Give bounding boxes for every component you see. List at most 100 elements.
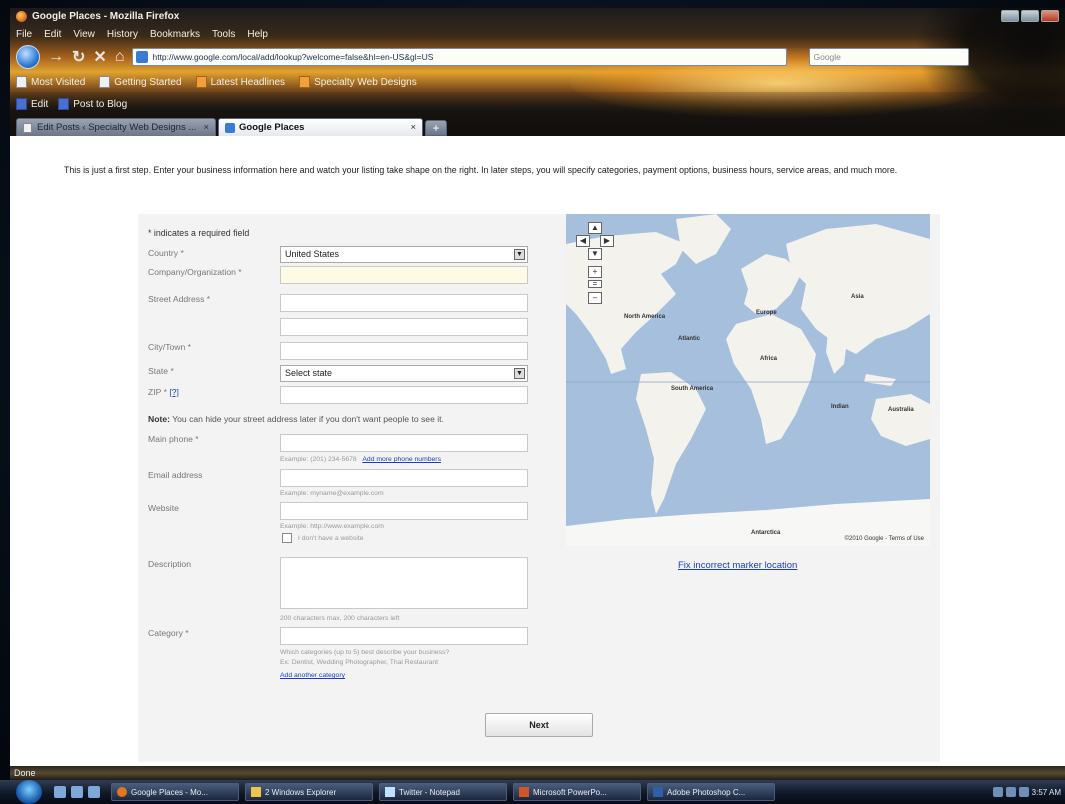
- menu-view[interactable]: View: [73, 29, 95, 40]
- powerpoint-icon: [519, 787, 529, 797]
- email-label: Email address: [148, 470, 203, 480]
- next-button[interactable]: Next: [485, 713, 593, 737]
- edit-button[interactable]: Edit: [16, 98, 48, 110]
- description-textarea[interactable]: [280, 557, 528, 609]
- land-asia: [786, 224, 930, 354]
- fix-marker-link[interactable]: Fix incorrect marker location: [678, 560, 797, 571]
- add-phone-link[interactable]: Add more phone numbers: [362, 456, 441, 463]
- stop-icon[interactable]: ✕: [93, 47, 106, 67]
- close-tab-icon[interactable]: ×: [203, 122, 209, 133]
- tab-google-places[interactable]: Google Places ×: [218, 118, 423, 136]
- land-india: [826, 332, 848, 374]
- menu-tools[interactable]: Tools: [212, 29, 235, 40]
- task-powerpoint[interactable]: Microsoft PowerPo...: [513, 783, 641, 801]
- menu-help[interactable]: Help: [247, 29, 268, 40]
- task-notepad[interactable]: Twitter - Notepad: [379, 783, 507, 801]
- pan-down-button[interactable]: ▼: [588, 248, 602, 260]
- volume-icon[interactable]: [1005, 787, 1016, 797]
- state-label: State *: [148, 366, 174, 376]
- bookmark-most-visited[interactable]: Most Visited: [16, 76, 85, 88]
- rss-icon: [195, 76, 207, 88]
- no-website-checkbox[interactable]: [282, 533, 292, 543]
- map-label-australia: Australia: [888, 407, 914, 413]
- rss-icon: [299, 76, 311, 88]
- menu-history[interactable]: History: [107, 29, 138, 40]
- map-label-africa: Africa: [760, 356, 778, 362]
- required-note: * indicates a required field: [148, 228, 250, 238]
- note-bold: Note:: [148, 414, 170, 424]
- dropdown-arrow-icon: ▼: [514, 249, 525, 260]
- state-select[interactable]: Select state ▼: [280, 365, 528, 382]
- zoom-slider[interactable]: =: [588, 280, 602, 288]
- quicklaunch-ie-icon[interactable]: [71, 786, 83, 798]
- firefox-icon: [16, 10, 27, 22]
- category-field[interactable]: [280, 627, 528, 645]
- main-phone-field[interactable]: [280, 434, 528, 452]
- zoom-in-button[interactable]: +: [588, 266, 602, 278]
- browser-chrome: Google Places - Mozilla Firefox File Edi…: [10, 8, 1065, 136]
- notepad-icon: [385, 787, 395, 797]
- add-category-link[interactable]: Add another category: [280, 672, 345, 679]
- pan-left-button[interactable]: ◀: [576, 235, 590, 247]
- url-text: http://www.google.com/local/add/lookup?w…: [152, 52, 434, 62]
- reload-icon[interactable]: ↻: [72, 47, 85, 67]
- land-south-america: [636, 372, 706, 514]
- bookmark-getting-started[interactable]: Getting Started: [99, 76, 182, 88]
- map-label-atlantic: Atlantic: [678, 336, 701, 342]
- zip-label: ZIP * [?]: [148, 387, 179, 397]
- street-field-1[interactable]: [280, 294, 528, 312]
- website-field[interactable]: [280, 502, 528, 520]
- security-icon[interactable]: [1018, 787, 1029, 797]
- street-label: Street Address *: [148, 294, 211, 304]
- close-window-button[interactable]: [1041, 10, 1059, 22]
- post-to-blog-button[interactable]: Post to Blog: [58, 98, 127, 110]
- zip-field[interactable]: [280, 386, 528, 404]
- bookmark-icon: [16, 76, 27, 88]
- url-bar[interactable]: http://www.google.com/local/add/lookup?w…: [132, 48, 788, 66]
- quicklaunch-firefox-icon[interactable]: [88, 786, 100, 798]
- new-tab-button[interactable]: +: [425, 120, 447, 136]
- minimize-button[interactable]: [1001, 10, 1019, 22]
- street-field-2[interactable]: [280, 318, 528, 336]
- note-text: You can hide your street address later i…: [172, 414, 444, 424]
- clock[interactable]: 3:57 AM: [1032, 788, 1061, 797]
- world-map[interactable]: ▲ ◀ ▶ ▼ + = – North America Atlantic Eur…: [566, 214, 930, 546]
- dropdown-arrow-icon: ▼: [514, 368, 525, 379]
- zip-help-link[interactable]: [?]: [169, 387, 179, 397]
- edit-icon: [16, 98, 27, 110]
- pan-right-button[interactable]: ▶: [600, 235, 614, 247]
- land-australia: [871, 394, 930, 446]
- bookmark-specialty-web-designs[interactable]: Specialty Web Designs: [299, 76, 417, 88]
- menu-edit[interactable]: Edit: [44, 29, 61, 40]
- window-title: Google Places - Mozilla Firefox: [32, 10, 180, 22]
- system-tray: 3:57 AM: [992, 787, 1065, 797]
- close-tab-icon[interactable]: ×: [410, 122, 416, 133]
- maximize-button[interactable]: [1021, 10, 1039, 22]
- start-button[interactable]: [16, 780, 42, 804]
- menu-file[interactable]: File: [16, 29, 32, 40]
- map-canvas: [566, 214, 930, 546]
- task-firefox[interactable]: Google Places - Mo...: [111, 783, 239, 801]
- company-field[interactable]: [280, 266, 528, 284]
- forward-icon[interactable]: →: [48, 48, 64, 66]
- land-africa: [726, 314, 816, 444]
- zoom-out-button[interactable]: –: [588, 292, 602, 304]
- city-field[interactable]: [280, 342, 528, 360]
- menu-bookmarks[interactable]: Bookmarks: [150, 29, 200, 40]
- home-icon[interactable]: ⌂: [115, 48, 125, 66]
- pan-up-button[interactable]: ▲: [588, 222, 602, 234]
- country-select[interactable]: United States ▼: [280, 246, 528, 263]
- back-button[interactable]: [16, 45, 40, 69]
- network-icon[interactable]: [992, 787, 1003, 797]
- quicklaunch-desktop-icon[interactable]: [54, 786, 66, 798]
- email-field[interactable]: [280, 469, 528, 487]
- country-label: Country *: [148, 248, 184, 258]
- task-photoshop[interactable]: Adobe Photoshop C...: [647, 783, 775, 801]
- search-input[interactable]: Google: [809, 48, 970, 66]
- tab-edit-posts[interactable]: Edit Posts ‹ Specialty Web Designs ... ×: [16, 118, 216, 136]
- bookmark-label: Most Visited: [31, 76, 86, 88]
- bookmarks-toolbar: Most Visited Getting Started Latest Head…: [10, 72, 417, 92]
- page-icon: [23, 122, 32, 133]
- bookmark-latest-headlines[interactable]: Latest Headlines: [195, 76, 285, 88]
- task-explorer[interactable]: 2 Windows Explorer: [245, 783, 373, 801]
